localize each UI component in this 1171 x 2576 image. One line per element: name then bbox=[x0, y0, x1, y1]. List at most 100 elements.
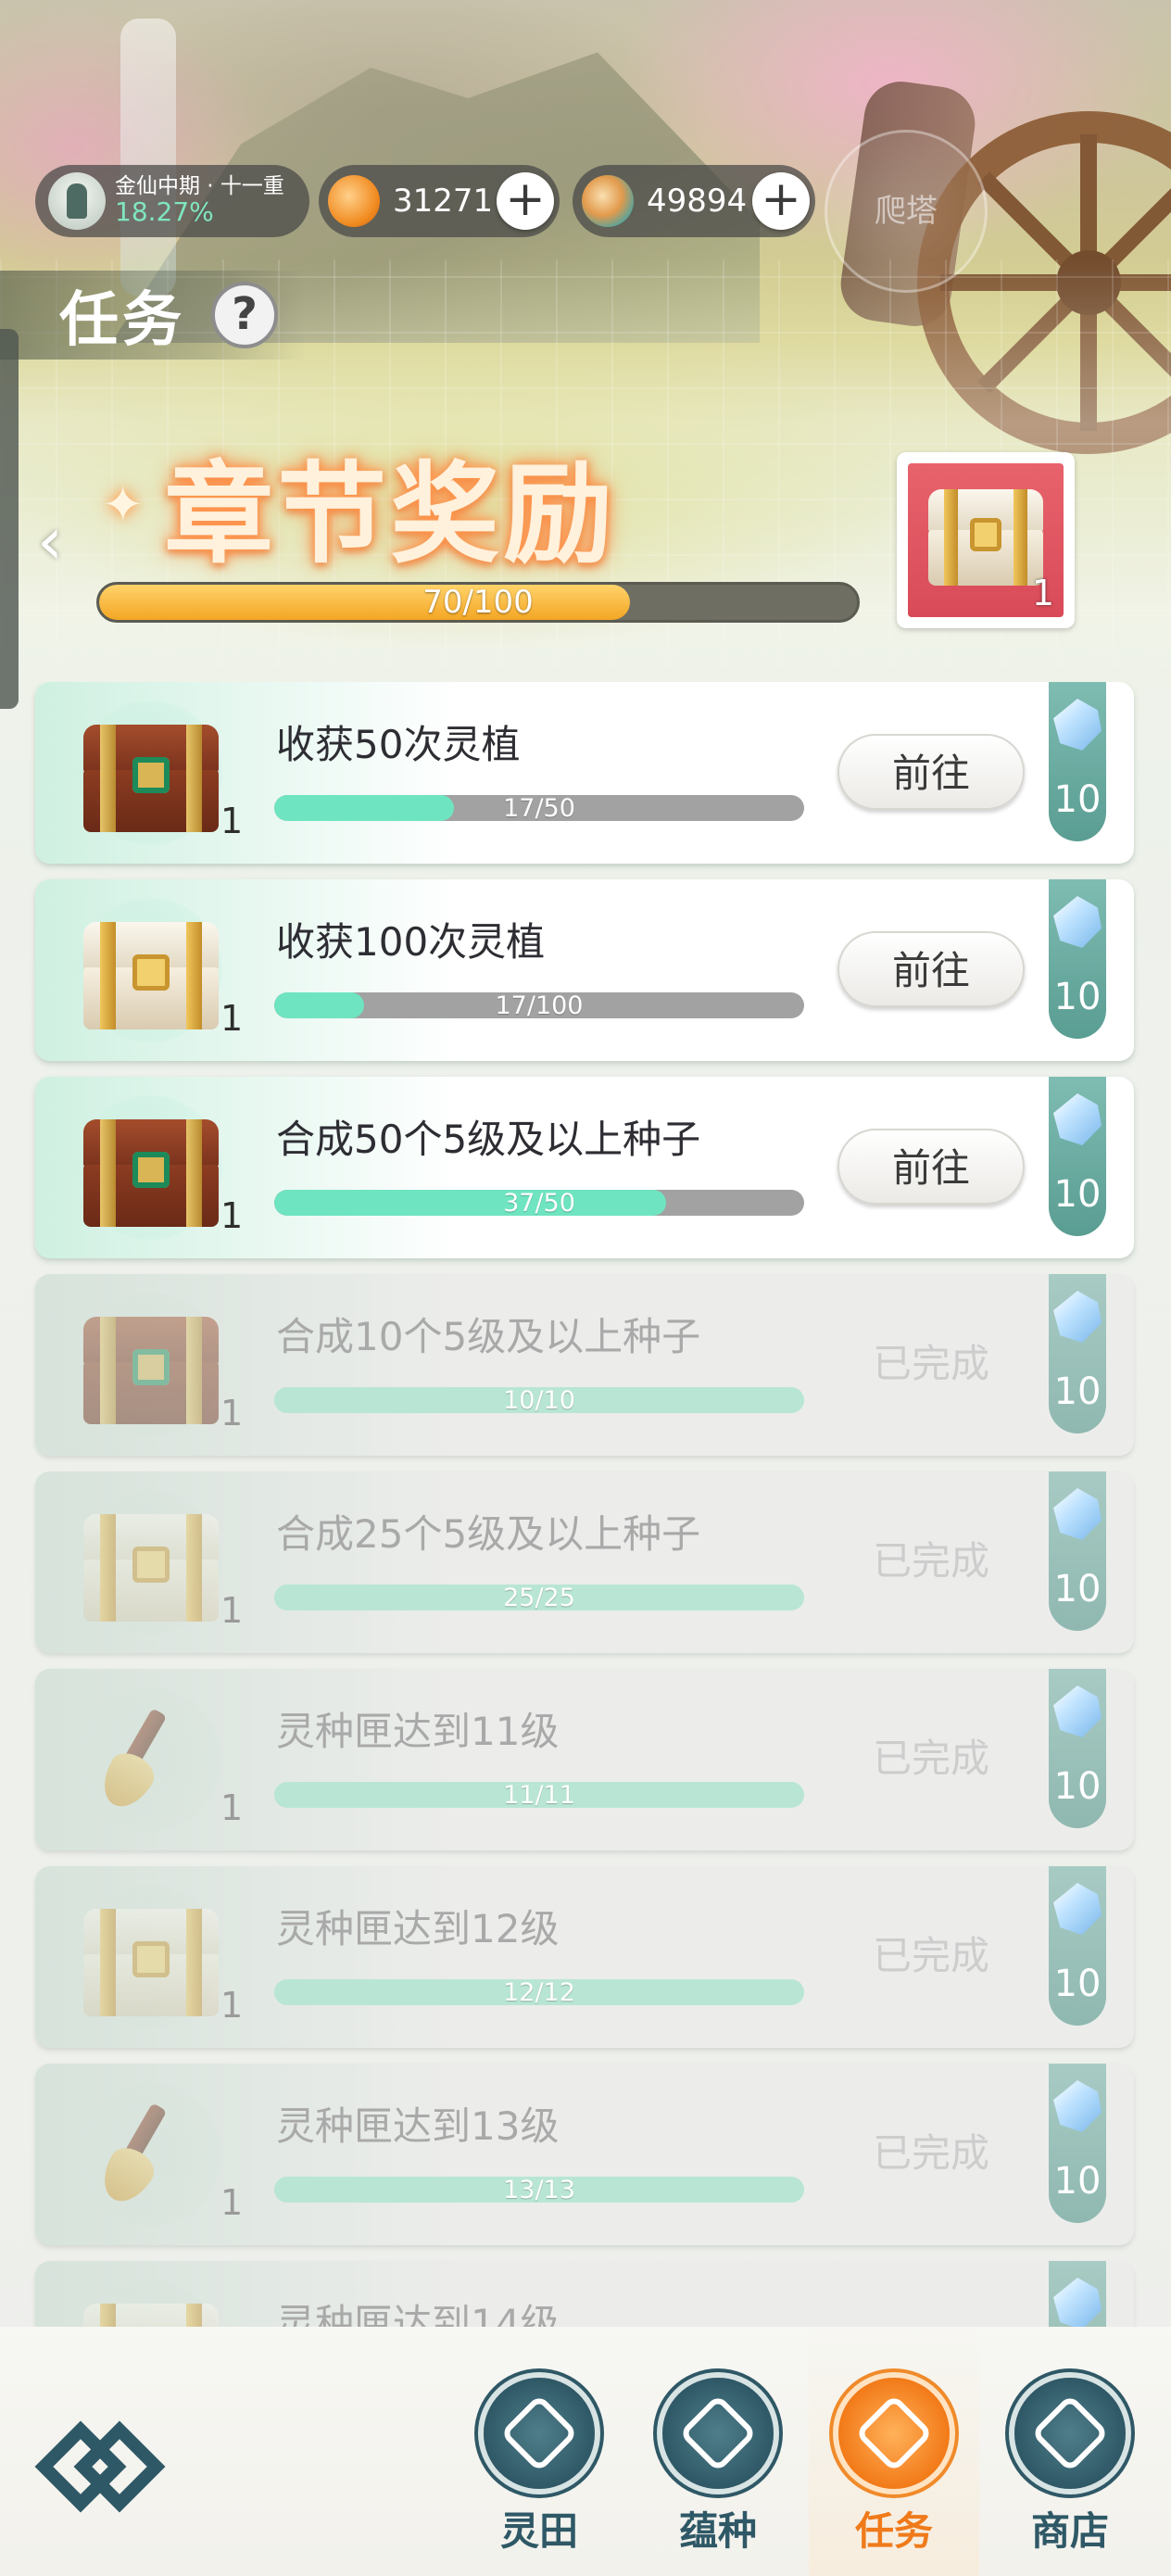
task-card[interactable]: 1 收获50次灵植 17/50 前往 10 bbox=[35, 682, 1134, 864]
crystal-reward-amount: 10 bbox=[1053, 1370, 1102, 1413]
reward-quantity: 1 bbox=[220, 998, 244, 1039]
task-progress-label: 37/50 bbox=[503, 1190, 575, 1216]
task-title: 灵种匣达到11级 bbox=[276, 1709, 560, 1754]
resource-value: 49894 bbox=[647, 183, 748, 220]
crystal-reward-amount: 10 bbox=[1053, 1173, 1102, 1216]
crystal-icon bbox=[1053, 1883, 1102, 1935]
task-card[interactable]: 灵种匣达到14级 bbox=[35, 2261, 1134, 2327]
task-progress-label: 17/100 bbox=[495, 992, 584, 1018]
reward-quantity: 1 bbox=[220, 1195, 244, 1236]
task-card[interactable]: 1 合成10个5级及以上种子 10/10 已完成 10 bbox=[35, 1274, 1134, 1456]
nav-item-seed[interactable]: 蕴种 bbox=[648, 2378, 787, 2554]
task-progress-label: 10/10 bbox=[503, 1387, 575, 1413]
add-fire-spirit-button[interactable]: + bbox=[497, 172, 554, 230]
tower-climb-button[interactable]: 爬塔 bbox=[825, 130, 988, 293]
shop-lantern-icon bbox=[1014, 2378, 1126, 2489]
task-title: 灵种匣达到12级 bbox=[276, 1906, 560, 1951]
shovel-icon bbox=[93, 1702, 196, 1816]
side-drawer-handle[interactable] bbox=[0, 329, 19, 709]
cultivation-rank: 金仙中期 · 十一重 bbox=[115, 173, 284, 198]
spirit-crystal-reward bbox=[1049, 2261, 1106, 2327]
nav-item-tasks[interactable]: 任务 bbox=[825, 2378, 963, 2554]
page-header: 任务 ? bbox=[0, 271, 306, 360]
chapter-reward-title: 章节奖励 bbox=[164, 448, 617, 578]
gold-chest-icon bbox=[928, 489, 1043, 586]
task-scroll-icon bbox=[838, 2378, 950, 2489]
task-card[interactable]: 1 合成50个5级及以上种子 37/50 前往 10 bbox=[35, 1077, 1134, 1258]
reward-quantity: 1 bbox=[220, 1787, 244, 1828]
task-card[interactable]: 1 灵种匣达到12级 12/12 已完成 10 bbox=[35, 1866, 1134, 2048]
task-progress-bar: 10/10 bbox=[274, 1387, 804, 1413]
shovel-icon bbox=[93, 2097, 196, 2211]
task-progress-bar: 13/13 bbox=[274, 2177, 804, 2203]
task-card[interactable]: 1 灵种匣达到11级 11/11 已完成 10 bbox=[35, 1669, 1134, 1850]
task-progress-label: 11/11 bbox=[503, 1782, 575, 1808]
crystal-icon bbox=[1053, 2278, 1102, 2327]
help-button[interactable]: ? bbox=[211, 282, 278, 348]
cultivation-status[interactable]: 金仙中期 · 十一重 18.27% bbox=[35, 165, 309, 237]
reward-quantity: 1 bbox=[220, 2182, 244, 2223]
crystal-icon bbox=[1053, 896, 1102, 948]
wood-chest-icon bbox=[83, 1119, 219, 1227]
task-title: 合成25个5级及以上种子 bbox=[276, 1511, 701, 1557]
crystal-reward-amount: 10 bbox=[1053, 2160, 1102, 2203]
gold-chest-icon bbox=[83, 1909, 219, 2016]
crystal-reward-amount: 10 bbox=[1053, 976, 1102, 1018]
crystal-icon bbox=[1053, 1093, 1102, 1145]
go-button[interactable]: 前往 bbox=[837, 1129, 1025, 1205]
task-title: 合成50个5级及以上种子 bbox=[276, 1117, 701, 1162]
crystal-icon bbox=[1053, 1291, 1102, 1343]
wood-chest-icon bbox=[83, 1317, 219, 1424]
task-card[interactable]: 1 合成25个5级及以上种子 25/25 已完成 10 bbox=[35, 1471, 1134, 1653]
task-list[interactable]: 1 收获50次灵植 17/50 前往 10 1 收获100次灵植 17/100 前往 10 1 合成5… bbox=[0, 682, 1171, 2327]
spirit-field-icon bbox=[484, 2378, 595, 2489]
home-logo-button[interactable] bbox=[34, 2416, 166, 2518]
nav-item-spirit-field[interactable]: 灵田 bbox=[470, 2378, 609, 2554]
resource-fire-spirit: 31271 + bbox=[319, 165, 560, 237]
bottom-nav: 灵田 蕴种 任务 商店 bbox=[0, 2327, 1171, 2576]
resource-jade-spirit: 49894 + bbox=[573, 165, 815, 237]
crystal-reward-amount: 10 bbox=[1053, 1568, 1102, 1610]
task-card[interactable]: 1 灵种匣达到13级 13/13 已完成 10 bbox=[35, 2064, 1134, 2245]
crystal-reward-amount: 10 bbox=[1053, 778, 1102, 821]
nav-item-shop[interactable]: 商店 bbox=[1001, 2378, 1140, 2554]
spirit-crystal-reward: 10 bbox=[1049, 1274, 1106, 1433]
nav-label: 蕴种 bbox=[678, 2508, 757, 2554]
task-progress-label: 17/50 bbox=[503, 795, 575, 821]
add-jade-spirit-button[interactable]: + bbox=[752, 172, 810, 230]
gold-chest-icon bbox=[83, 922, 219, 1029]
crystal-icon bbox=[1053, 699, 1102, 751]
wood-chest-icon bbox=[83, 725, 219, 832]
reward-quantity: 1 bbox=[220, 1985, 244, 2026]
completed-label: 已完成 bbox=[872, 1538, 989, 1584]
completed-label: 已完成 bbox=[872, 1736, 989, 1781]
spirit-crystal-reward: 10 bbox=[1049, 1866, 1106, 2026]
task-title: 收获100次灵植 bbox=[276, 919, 546, 965]
completed-label: 已完成 bbox=[872, 1341, 989, 1386]
task-title: 收获50次灵植 bbox=[276, 722, 521, 767]
task-progress-bar: 17/50 bbox=[274, 795, 804, 821]
chapter-reward-heading: ✦ 章节奖励 bbox=[102, 439, 676, 578]
go-button[interactable]: 前往 bbox=[837, 734, 1025, 810]
spirit-crystal-reward: 10 bbox=[1049, 879, 1106, 1039]
spirit-crystal-reward: 10 bbox=[1049, 1471, 1106, 1631]
crystal-icon bbox=[1053, 1686, 1102, 1737]
crystal-icon bbox=[1053, 1488, 1102, 1540]
reward-quantity: 1 bbox=[220, 1590, 244, 1631]
reward-quantity: 1 bbox=[220, 1393, 244, 1433]
cultivation-progress: 18.27% bbox=[115, 196, 214, 228]
cultivator-avatar-icon bbox=[48, 172, 106, 230]
sparkle-icon: ✦ bbox=[102, 474, 145, 534]
task-card[interactable]: 1 收获100次灵植 17/100 前往 10 bbox=[35, 879, 1134, 1061]
nav-label: 任务 bbox=[854, 2508, 933, 2554]
crystal-reward-amount: 10 bbox=[1053, 1963, 1102, 2005]
chapter-reward-count: 1 bbox=[1031, 573, 1054, 613]
completed-label: 已完成 bbox=[872, 1933, 989, 1978]
chapter-reward-chest[interactable]: 1 bbox=[897, 452, 1075, 628]
go-button[interactable]: 前往 bbox=[837, 931, 1025, 1007]
task-title: 灵种匣达到14级 bbox=[276, 2301, 560, 2327]
task-progress-bar: 11/11 bbox=[274, 1782, 804, 1808]
task-title: 合成10个5级及以上种子 bbox=[276, 1314, 701, 1359]
collapse-arrow-icon[interactable]: ‹ bbox=[22, 508, 78, 575]
jade-spirit-icon bbox=[582, 175, 634, 227]
